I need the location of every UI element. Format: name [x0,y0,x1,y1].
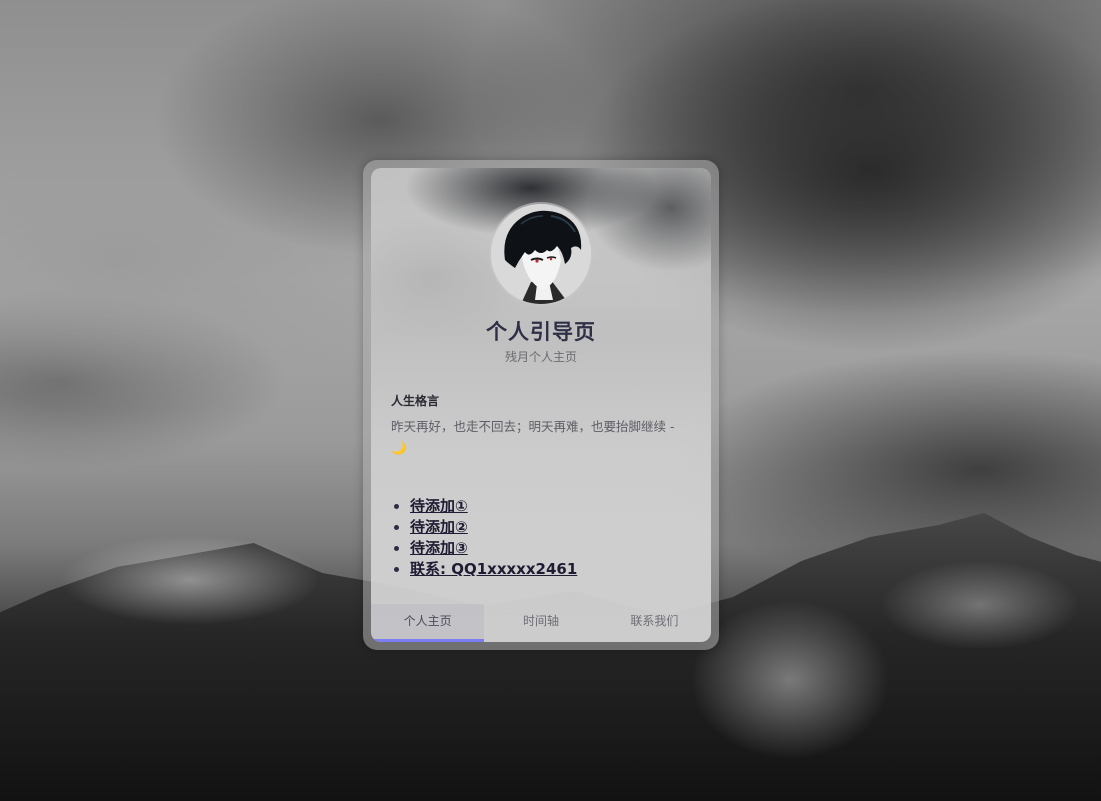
snow-patch [60,535,320,625]
page-title: 个人引导页 [486,320,596,344]
tab-contact[interactable]: 联系我们 [598,604,711,642]
list-item: 待添加③ [391,538,577,559]
link-placeholder-3[interactable]: 待添加③ [410,539,468,557]
tab-home[interactable]: 个人主页 [371,604,485,642]
motto-text: 昨天再好，也走不回去；明天再难，也要抬脚继续 - 🌙 [391,419,675,455]
snow-patch [690,600,890,760]
link-list: 待添加① 待添加② 待添加③ 联系: QQ1xxxxx2461 [391,496,577,580]
contact-qq-link[interactable]: 联系: QQ1xxxxx2461 [410,560,577,578]
tab-timeline[interactable]: 时间轴 [484,604,597,642]
tab-bar: 个人主页 时间轴 联系我们 [371,604,711,642]
snow-patch [880,560,1080,650]
profile-card-frame: 个人引导页 残月个人主页 人生格言 昨天再好，也走不回去；明天再难，也要抬脚继续… [363,160,719,650]
profile-card: 个人引导页 残月个人主页 人生格言 昨天再好，也走不回去；明天再难，也要抬脚继续… [371,168,711,642]
list-item: 待添加① [391,496,577,517]
anime-avatar-icon [491,204,591,304]
list-item: 待添加② [391,517,577,538]
list-item: 联系: QQ1xxxxx2461 [391,559,577,580]
link-placeholder-2[interactable]: 待添加② [410,518,468,536]
motto-heading: 人生格言 [391,394,440,408]
page-subtitle: 残月个人主页 [504,350,577,364]
link-placeholder-1[interactable]: 待添加① [410,497,468,515]
avatar [491,204,591,304]
